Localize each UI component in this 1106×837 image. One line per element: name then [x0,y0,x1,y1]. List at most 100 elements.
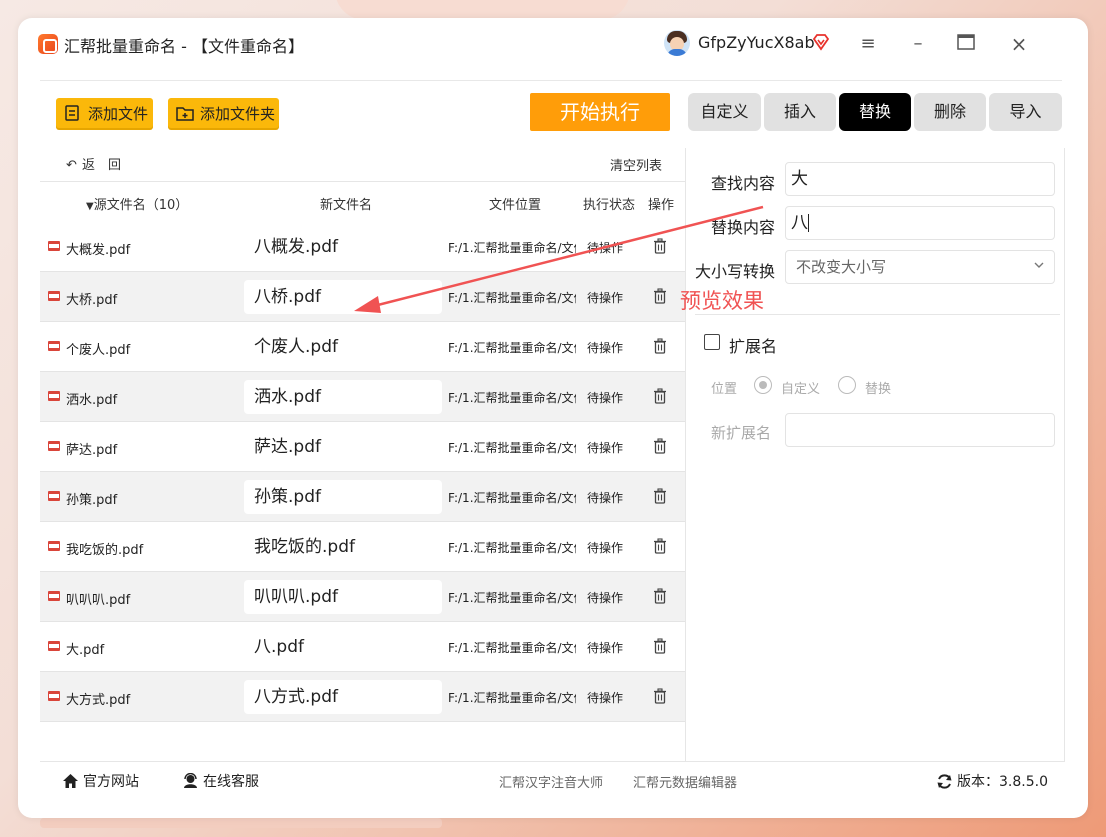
status-text: 待操作 [587,291,624,305]
trash-icon[interactable] [653,438,667,454]
table-row[interactable]: 叭叭叭.pdf 叭叭叭.pdf F:/1.汇帮批量重命名/文件 待操作 [40,572,685,622]
source-filename: 叭叭叭.pdf [66,593,131,608]
file-location: F:/1.汇帮批量重命名/文件 [448,391,576,405]
add-folder-icon [176,107,194,121]
avatar[interactable] [664,30,690,56]
trash-icon[interactable] [653,538,667,554]
maximize-icon[interactable] [957,34,975,50]
source-filename: 我吃饭的.pdf [66,543,144,558]
file-location: F:/1.汇帮批量重命名/文件 [448,241,576,255]
tab-delete[interactable]: 删除 [914,93,986,131]
pdf-icon [48,391,60,401]
table-row[interactable]: 大方式.pdf 八方式.pdf F:/1.汇帮批量重命名/文件 待操作 [40,672,685,722]
find-input[interactable]: 大 [785,162,1055,196]
background-shape [335,0,630,20]
replace-input[interactable]: 八 [785,206,1055,240]
status-text: 待操作 [587,491,624,505]
undo-icon: ↶ [66,158,77,173]
menu-icon[interactable]: ≡ [856,32,880,56]
radio-custom-label: 自定义 [781,382,821,397]
radio-replace[interactable] [838,376,856,394]
status-text: 待操作 [587,541,624,555]
website-link[interactable]: 官方网站 [62,771,139,791]
new-filename-field[interactable]: 八.pdf [244,630,442,664]
app-logo-icon [38,34,58,54]
file-location: F:/1.汇帮批量重命名/文件 [448,291,576,305]
version-info[interactable]: 版本：3.8.5.0 [936,771,1048,791]
column-location-header: 文件位置 [489,198,542,213]
new-filename-field[interactable]: 萨达.pdf [244,430,442,464]
metadata-app-link[interactable]: 汇帮元数据编辑器 [633,772,737,791]
table-row[interactable]: 萨达.pdf 萨达.pdf F:/1.汇帮批量重命名/文件 待操作 [40,422,685,472]
background-strip [40,818,442,828]
trash-icon[interactable] [653,238,667,254]
clear-list-button[interactable]: 清空列表 [610,155,662,174]
username[interactable]: GfpZyYucX8ab [698,33,815,52]
table-row[interactable]: 孙策.pdf 孙策.pdf F:/1.汇帮批量重命名/文件 待操作 [40,472,685,522]
footer-divider [40,761,1065,762]
case-label: 大小写转换 [695,262,776,281]
table-row[interactable]: 大桥.pdf 八桥.pdf F:/1.汇帮批量重命名/文件 待操作 [40,272,685,322]
new-filename-field[interactable]: 八方式.pdf [244,680,442,714]
replace-input-value: 八 [791,213,808,233]
new-filename-field[interactable]: 孙策.pdf [244,480,442,514]
new-filename-field[interactable]: 八桥.pdf [244,280,442,314]
status-text: 待操作 [587,641,624,655]
trash-icon[interactable] [653,588,667,604]
new-filename-field[interactable]: 洒水.pdf [244,380,442,414]
table-row[interactable]: 大概发.pdf 八概发.pdf F:/1.汇帮批量重命名/文件 待操作 [40,222,685,272]
pdf-icon [48,491,60,501]
panel-divider [685,148,686,761]
new-extension-label: 新扩展名 [711,424,772,442]
chevron-down-icon [1034,262,1044,268]
website-label: 官方网站 [83,774,139,790]
column-status-header: 执行状态 [583,198,636,213]
trash-icon[interactable] [653,338,667,354]
file-location: F:/1.汇帮批量重命名/文件 [448,591,576,605]
tab-insert[interactable]: 插入 [764,93,836,131]
new-filename-field[interactable]: 叭叭叭.pdf [244,580,442,614]
add-file-button[interactable]: 添加文件 [56,98,153,128]
status-text: 待操作 [587,241,624,255]
trash-icon[interactable] [653,688,667,704]
window-title: 汇帮批量重命名 - 【文件重命名】 [64,37,304,56]
new-filename-field[interactable]: 八概发.pdf [244,230,442,264]
trash-icon[interactable] [653,388,667,404]
start-button[interactable]: 开始执行 [530,93,670,131]
pdf-icon [48,341,60,351]
minimize-icon[interactable]: – [906,32,930,56]
close-icon[interactable]: × [1007,32,1031,56]
table-row[interactable]: 大.pdf 八.pdf F:/1.汇帮批量重命名/文件 待操作 [40,622,685,672]
pinyin-app-link[interactable]: 汇帮汉字注音大师 [499,772,603,791]
text-cursor [808,214,809,232]
source-filename: 大桥.pdf [66,293,118,308]
new-filename-field[interactable]: 个废人.pdf [244,330,442,364]
back-button[interactable]: ↶ 返 回 [66,154,121,173]
support-link[interactable]: 在线客服 [182,771,259,791]
status-text: 待操作 [587,341,624,355]
tab-replace[interactable]: 替换 [839,93,911,131]
new-filename-field[interactable]: 我吃饭的.pdf [244,530,442,564]
table-row[interactable]: 个废人.pdf 个废人.pdf F:/1.汇帮批量重命名/文件 待操作 [40,322,685,372]
file-location: F:/1.汇帮批量重命名/文件 [448,491,576,505]
radio-custom[interactable] [754,376,772,394]
case-select[interactable]: 不改变大小写 [785,250,1055,284]
pdf-icon [48,641,60,651]
version-label: 版本：3.8.5.0 [957,774,1048,790]
extension-checkbox[interactable] [704,334,720,350]
new-extension-input[interactable] [785,413,1055,447]
column-source-header[interactable]: ▼源文件名（10） [86,194,188,213]
vip-diamond-icon[interactable] [812,33,830,51]
case-select-value: 不改变大小写 [796,258,887,276]
tab-custom[interactable]: 自定义 [688,93,761,131]
trash-icon[interactable] [653,288,667,304]
trash-icon[interactable] [653,488,667,504]
tab-import[interactable]: 导入 [989,93,1062,131]
add-folder-button[interactable]: 添加文件夹 [168,98,279,128]
trash-icon[interactable] [653,638,667,654]
file-location: F:/1.汇帮批量重命名/文件 [448,341,576,355]
table-row[interactable]: 洒水.pdf 洒水.pdf F:/1.汇帮批量重命名/文件 待操作 [40,372,685,422]
file-location: F:/1.汇帮批量重命名/文件 [448,441,576,455]
table-row[interactable]: 我吃饭的.pdf 我吃饭的.pdf F:/1.汇帮批量重命名/文件 待操作 [40,522,685,572]
status-text: 待操作 [587,691,624,705]
